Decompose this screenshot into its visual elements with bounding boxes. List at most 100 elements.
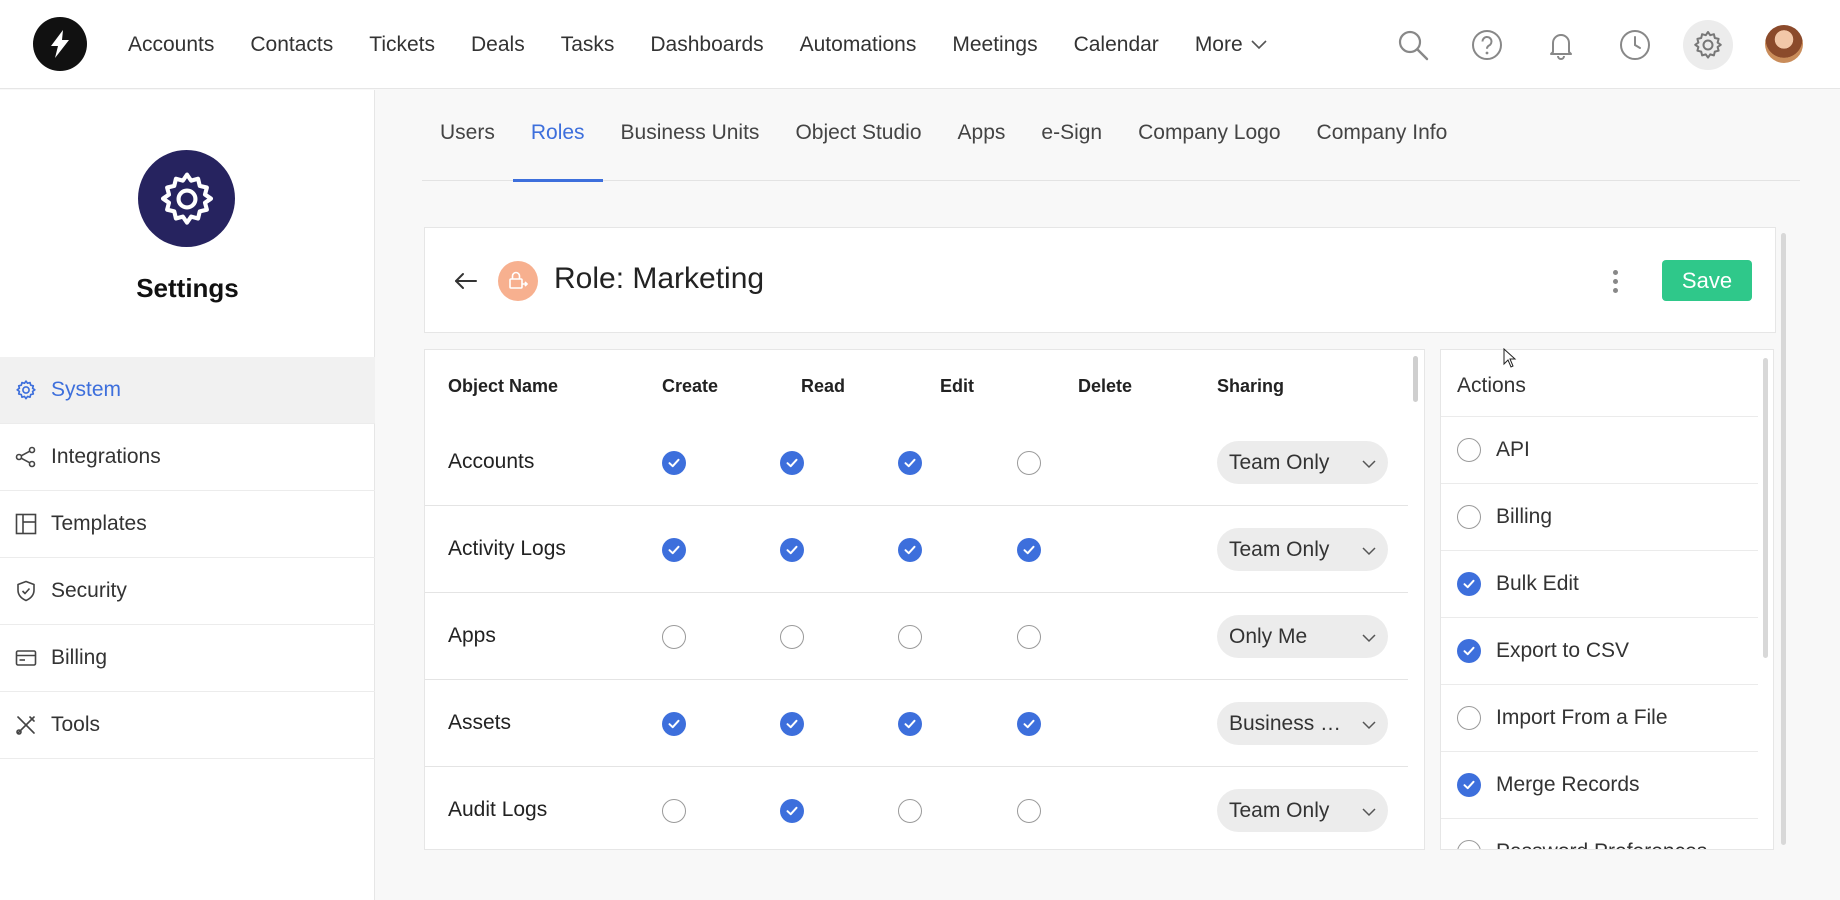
sidebar-item-label: System bbox=[51, 378, 122, 401]
action-item[interactable]: API bbox=[1441, 416, 1758, 483]
nav-contacts[interactable]: Contacts bbox=[232, 33, 351, 57]
sidebar-item-label: Tools bbox=[51, 713, 101, 736]
action-item[interactable]: Billing bbox=[1441, 483, 1758, 550]
clock-icon[interactable] bbox=[1610, 20, 1660, 70]
sidebar-item-label: Security bbox=[51, 579, 127, 602]
chevron-down-icon bbox=[1362, 630, 1376, 648]
top-navbar: Accounts Contacts Tickets Deals Tasks Da… bbox=[0, 0, 1840, 89]
save-button[interactable]: Save bbox=[1662, 260, 1752, 301]
tab-object-studio[interactable]: Object Studio bbox=[777, 90, 939, 181]
read-checkbox[interactable] bbox=[780, 538, 804, 562]
nav-deals[interactable]: Deals bbox=[453, 33, 543, 57]
action-checkbox[interactable] bbox=[1457, 773, 1481, 797]
sharing-select[interactable]: Business Unit bbox=[1217, 702, 1388, 745]
delete-checkbox[interactable] bbox=[1017, 451, 1041, 475]
sidebar-item-templates[interactable]: Templates bbox=[0, 491, 375, 558]
delete-checkbox[interactable] bbox=[1017, 712, 1041, 736]
sidebar-item-label: Templates bbox=[51, 512, 147, 535]
action-item[interactable]: Merge Records bbox=[1441, 751, 1758, 818]
permissions-table: Object Name Create Read Edit Delete Shar… bbox=[424, 349, 1425, 850]
table-row: Audit Logs Team Only bbox=[425, 767, 1408, 849]
nav-meetings[interactable]: Meetings bbox=[934, 33, 1055, 57]
chevron-down-icon bbox=[1362, 717, 1376, 735]
action-item[interactable]: Password Preferences bbox=[1441, 818, 1758, 849]
header-object-name: Object Name bbox=[448, 376, 559, 396]
share-icon bbox=[14, 445, 38, 469]
tab-company-info[interactable]: Company Info bbox=[1299, 90, 1466, 181]
sidebar-item-security[interactable]: Security bbox=[0, 558, 375, 625]
tab-business-units[interactable]: Business Units bbox=[603, 90, 778, 181]
bell-icon[interactable] bbox=[1536, 20, 1586, 70]
mouse-cursor-icon bbox=[1503, 347, 1517, 373]
action-checkbox[interactable] bbox=[1457, 438, 1481, 462]
tab-apps[interactable]: Apps bbox=[940, 90, 1024, 181]
sidebar-item-integrations[interactable]: Integrations bbox=[0, 424, 375, 491]
object-name: Audit Logs bbox=[448, 798, 548, 821]
create-checkbox[interactable] bbox=[662, 538, 686, 562]
sharing-select[interactable]: Team Only bbox=[1217, 528, 1388, 571]
search-icon[interactable] bbox=[1388, 20, 1438, 70]
create-checkbox[interactable] bbox=[662, 799, 686, 823]
nav-more[interactable]: More bbox=[1177, 33, 1285, 57]
edit-checkbox[interactable] bbox=[898, 799, 922, 823]
nav-tickets[interactable]: Tickets bbox=[351, 33, 453, 57]
action-item[interactable]: Bulk Edit bbox=[1441, 550, 1758, 617]
sharing-value: Team Only bbox=[1229, 799, 1330, 822]
nav-tasks[interactable]: Tasks bbox=[543, 33, 633, 57]
sharing-select[interactable]: Team Only bbox=[1217, 789, 1388, 832]
action-checkbox[interactable] bbox=[1457, 505, 1481, 529]
nav-accounts[interactable]: Accounts bbox=[110, 33, 232, 57]
table-row: Activity Logs Team Only bbox=[425, 506, 1408, 593]
action-checkbox[interactable] bbox=[1457, 840, 1481, 849]
chevron-down-icon bbox=[1251, 39, 1267, 50]
sidebar-item-billing[interactable]: Billing bbox=[0, 625, 375, 692]
read-checkbox[interactable] bbox=[780, 799, 804, 823]
edit-checkbox[interactable] bbox=[898, 451, 922, 475]
role-lock-icon bbox=[498, 261, 538, 301]
edit-checkbox[interactable] bbox=[898, 625, 922, 649]
help-icon[interactable] bbox=[1462, 20, 1512, 70]
nav-automations[interactable]: Automations bbox=[782, 33, 935, 57]
nav-calendar[interactable]: Calendar bbox=[1056, 33, 1177, 57]
action-label: API bbox=[1496, 438, 1530, 461]
more-options-icon[interactable] bbox=[1605, 266, 1625, 296]
create-checkbox[interactable] bbox=[662, 712, 686, 736]
delete-checkbox[interactable] bbox=[1017, 799, 1041, 823]
back-arrow-icon[interactable] bbox=[451, 266, 481, 296]
read-checkbox[interactable] bbox=[780, 625, 804, 649]
create-checkbox[interactable] bbox=[662, 625, 686, 649]
table-scrollbar[interactable] bbox=[1413, 356, 1418, 402]
edit-checkbox[interactable] bbox=[898, 538, 922, 562]
create-checkbox[interactable] bbox=[662, 451, 686, 475]
tab-company-logo[interactable]: Company Logo bbox=[1120, 90, 1298, 181]
sharing-select[interactable]: Only Me bbox=[1217, 615, 1388, 658]
action-checkbox[interactable] bbox=[1457, 639, 1481, 663]
action-label: Password Preferences bbox=[1496, 819, 1707, 849]
sidebar-item-tools[interactable]: Tools bbox=[0, 692, 375, 759]
action-label: Bulk Edit bbox=[1496, 572, 1579, 595]
role-title: Role: Marketing bbox=[554, 262, 765, 295]
edit-checkbox[interactable] bbox=[898, 712, 922, 736]
delete-checkbox[interactable] bbox=[1017, 625, 1041, 649]
action-label: Merge Records bbox=[1496, 773, 1640, 796]
actions-scrollbar[interactable] bbox=[1763, 358, 1768, 658]
page-scrollbar[interactable] bbox=[1781, 233, 1786, 845]
delete-checkbox[interactable] bbox=[1017, 538, 1041, 562]
action-item[interactable]: Import From a File bbox=[1441, 684, 1758, 751]
sharing-select[interactable]: Team Only bbox=[1217, 441, 1388, 484]
nav-dashboards[interactable]: Dashboards bbox=[632, 33, 781, 57]
read-checkbox[interactable] bbox=[780, 712, 804, 736]
action-checkbox[interactable] bbox=[1457, 572, 1481, 596]
app-logo[interactable] bbox=[33, 17, 87, 71]
action-item[interactable]: Export to CSV bbox=[1441, 617, 1758, 684]
sidebar-item-system[interactable]: System bbox=[0, 357, 375, 424]
gear-icon[interactable] bbox=[1683, 20, 1733, 70]
tab-roles[interactable]: Roles bbox=[512, 90, 603, 182]
action-checkbox[interactable] bbox=[1457, 706, 1481, 730]
avatar[interactable] bbox=[1765, 25, 1803, 63]
read-checkbox[interactable] bbox=[780, 451, 804, 475]
tab-e-sign[interactable]: e-Sign bbox=[1023, 90, 1120, 181]
shield-icon bbox=[14, 579, 38, 603]
tab-users[interactable]: Users bbox=[422, 90, 513, 181]
card-icon bbox=[14, 646, 38, 670]
